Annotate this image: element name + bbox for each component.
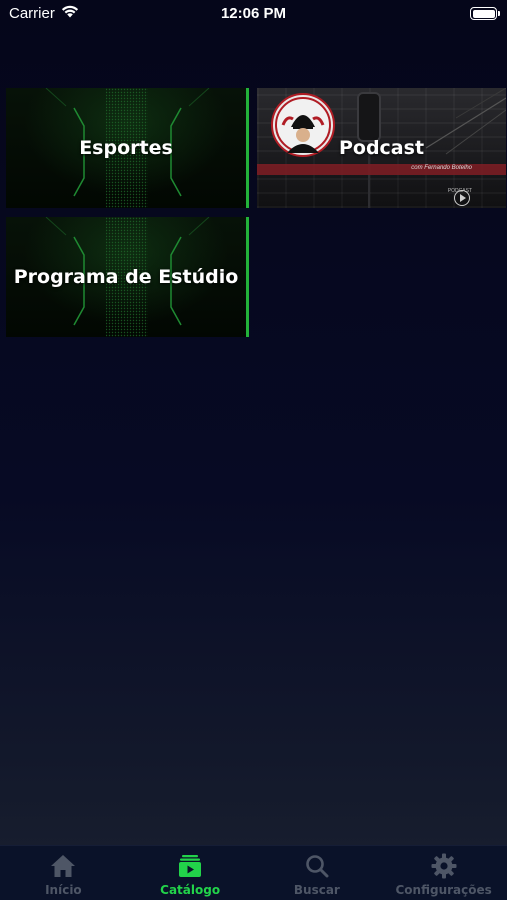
category-tile-esportes[interactable]: Esportes: [6, 88, 249, 208]
tab-buscar[interactable]: Buscar: [254, 846, 381, 900]
tab-label: Catálogo: [160, 883, 221, 897]
gear-icon: [430, 852, 458, 880]
status-time: 12:06 PM: [220, 5, 287, 22]
category-tile-podcast[interactable]: com Fernando Botelho PODCAST Podcast: [257, 88, 506, 208]
tab-configuracoes[interactable]: Configurações: [380, 846, 507, 900]
play-folder-icon: [176, 852, 204, 880]
play-circle-icon: [454, 190, 470, 206]
light-streaks-art: [425, 88, 506, 155]
home-icon: [49, 852, 77, 880]
tab-label: Início: [45, 883, 82, 897]
tab-bar: Início Catálogo Buscar Configurações: [0, 845, 507, 900]
category-title: Esportes: [79, 137, 173, 159]
category-title: Programa de Estúdio: [13, 266, 239, 288]
podcast-logo: [271, 93, 335, 157]
tab-label: Buscar: [293, 883, 340, 897]
tab-catalogo[interactable]: Catálogo: [127, 846, 254, 900]
podcast-host-text: com Fernando Botelho: [411, 165, 472, 171]
search-icon: [303, 852, 331, 880]
microphone-art: [357, 92, 381, 142]
status-bar: Carrier 12:06 PM: [0, 0, 507, 30]
category-tile-programa-de-estudio[interactable]: Programa de Estúdio: [6, 217, 249, 337]
battery-icon: [470, 7, 500, 20]
tab-label: Configurações: [395, 883, 492, 897]
tab-inicio[interactable]: Início: [0, 846, 127, 900]
category-title: Podcast: [338, 137, 425, 159]
